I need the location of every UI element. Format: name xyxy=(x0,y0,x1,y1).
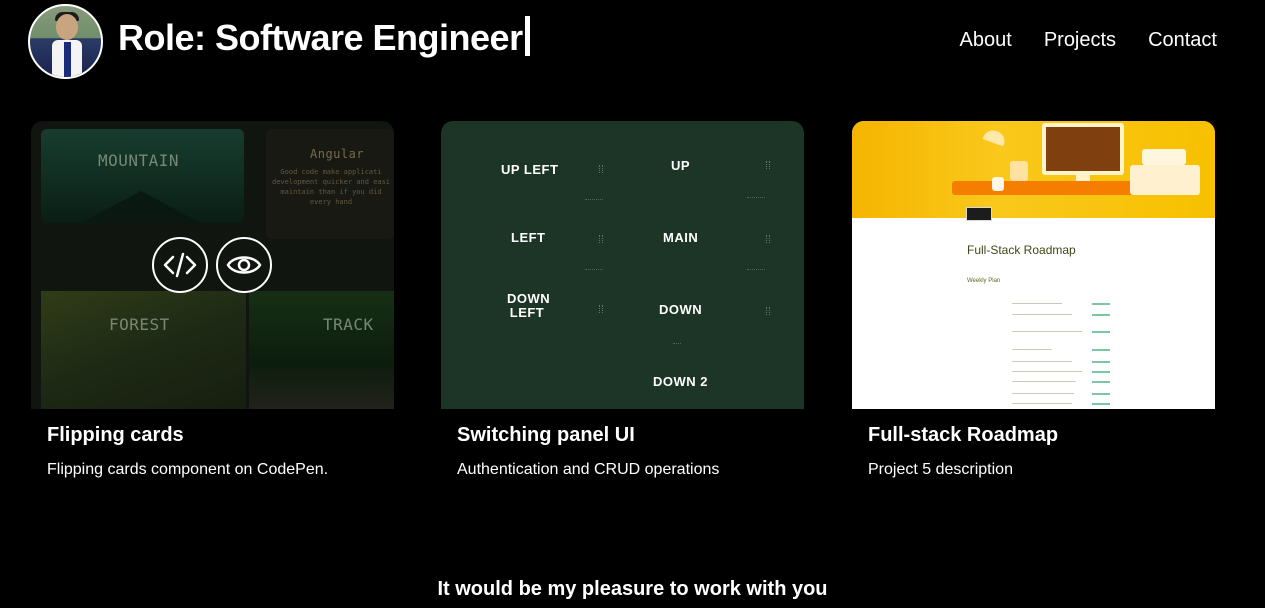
panel-label-up-left: UP LEFT xyxy=(501,162,559,177)
role-text: Role: Software Engineer xyxy=(118,17,523,58)
nav-projects[interactable]: Projects xyxy=(1044,29,1116,52)
view-demo-button[interactable] xyxy=(216,237,272,293)
project-description: Authentication and CRUD operations xyxy=(457,461,720,478)
roadmap-page-icon xyxy=(966,207,992,221)
view-code-button[interactable] xyxy=(152,237,208,293)
eye-icon xyxy=(226,256,262,274)
panel-label-down-2: DOWN 2 xyxy=(653,374,708,389)
project-card-flipping-cards[interactable]: MOUNTAIN Angular Good code make applicat… xyxy=(31,121,394,479)
project-preview[interactable]: UP LEFT UP LEFT MAIN DOWN LEFT DOWN DOWN… xyxy=(441,121,804,409)
panel-label-left: LEFT xyxy=(511,230,546,245)
project-title: Full-stack Roadmap xyxy=(868,424,1059,446)
code-icon xyxy=(163,252,197,278)
roadmap-banner xyxy=(852,121,1215,218)
nav-about[interactable]: About xyxy=(960,29,1012,52)
project-card-switching-panel[interactable]: UP LEFT UP LEFT MAIN DOWN LEFT DOWN DOWN… xyxy=(441,121,804,479)
contact-message: It would be my pleasure to work with you xyxy=(437,578,828,600)
role-heading: Role: Software Engineer xyxy=(118,16,530,59)
roadmap-doc-title: Full-Stack Roadmap xyxy=(967,243,1076,257)
project-card-fullstack-roadmap[interactable]: Full-Stack Roadmap Weekly Plan Full-stac… xyxy=(852,121,1215,479)
project-title: Flipping cards xyxy=(47,424,184,446)
main-nav: About Projects Contact xyxy=(960,29,1217,52)
profile-avatar xyxy=(28,4,103,79)
roadmap-doc-subtitle: Weekly Plan xyxy=(967,278,1001,284)
project-title: Switching panel UI xyxy=(457,424,635,446)
panel-label-down-left: DOWN LEFT xyxy=(507,291,551,320)
project-preview[interactable]: Full-Stack Roadmap Weekly Plan xyxy=(852,121,1215,409)
panel-label-down: DOWN xyxy=(659,302,703,317)
project-preview[interactable]: MOUNTAIN Angular Good code make applicat… xyxy=(31,121,394,409)
nav-contact[interactable]: Contact xyxy=(1148,29,1217,52)
project-description: Project 5 description xyxy=(868,461,1013,478)
panel-label-up: UP xyxy=(671,158,691,173)
project-description: Flipping cards component on CodePen. xyxy=(47,461,329,478)
typing-cursor xyxy=(524,16,530,56)
panel-label-main: MAIN xyxy=(663,230,699,245)
